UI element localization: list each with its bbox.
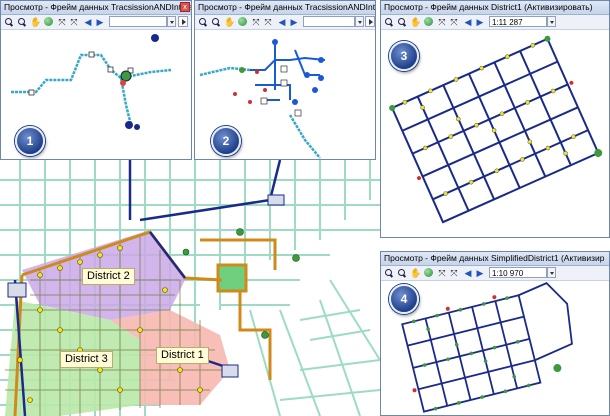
view-window-3[interactable]: Просмотр - Фрейм данных District1 (Актив… [380,0,610,238]
globe-icon[interactable] [424,268,433,277]
window-1-badge: 1 [15,126,45,156]
fixed-zoom-icon[interactable]: ⤧ [263,17,273,27]
window-title[interactable]: Просмотр - Фрейм данных SimplifiedDistri… [381,252,609,266]
nav-forward-button[interactable] [365,16,375,27]
toolbar: ✋ ⤧ ⤧ ◀ ▶ 1:11 287 [381,15,609,30]
view-window-4[interactable]: Просмотр - Фрейм данных SimplifiedDistri… [380,251,610,416]
forward-arrow-icon[interactable]: ▶ [289,17,299,27]
toolbar: ✋ ⤧ ⤧ ◀ ▶ 1:10 970 [381,266,609,281]
close-icon[interactable]: x [180,2,190,12]
scale-field[interactable]: 1:11 287 [489,16,547,27]
full-extent-icon[interactable]: ⤧ [251,17,261,27]
window-title-text: Просмотр - Фрейм данных District1 (Актив… [384,2,593,12]
window-3-badge: 3 [389,41,419,71]
globe-icon[interactable] [424,17,433,26]
scale-field[interactable] [109,16,167,27]
window-title-text: Просмотр - Фрейм данных TracsissionANDIn… [4,2,191,12]
zoom-in-icon[interactable] [4,17,14,27]
window-title[interactable]: Просмотр - Фрейм данных TracsissionANDIn… [195,1,375,15]
fixed-zoom-icon[interactable]: ⤧ [69,17,79,27]
view-window-1[interactable]: Просмотр - Фрейм данных TracsissionANDIn… [0,0,192,160]
full-extent-icon[interactable]: ⤧ [437,17,447,27]
zoom-out-icon[interactable] [211,17,221,27]
scale-dropdown-icon[interactable] [355,16,364,27]
back-arrow-icon[interactable]: ◀ [463,268,473,278]
window-title[interactable]: Просмотр - Фрейм данных District1 (Актив… [381,1,609,15]
window-title-text: Просмотр - Фрейм данных SimplifiedDistri… [384,253,605,263]
full-extent-icon[interactable]: ⤧ [57,17,67,27]
fixed-zoom-icon[interactable]: ⤧ [449,268,459,278]
nav-forward-button[interactable] [178,16,188,27]
scale-dropdown-icon[interactable] [547,16,556,27]
window-4-badge: 4 [389,284,419,314]
zoom-in-icon[interactable] [384,17,394,27]
pan-icon[interactable]: ✋ [410,17,421,27]
scale-dropdown-icon[interactable] [167,16,176,27]
forward-arrow-icon[interactable]: ▶ [475,17,485,27]
view-window-2[interactable]: Просмотр - Фрейм данных TracsissionANDIn… [194,0,376,160]
toolbar: ✋ ⤧ ⤧ ◀ ▶ [195,15,375,30]
scale-field[interactable]: 1:10 970 [489,267,547,278]
scale-dropdown-icon[interactable] [547,267,556,278]
district-1-label: District 1 [156,347,209,364]
globe-icon[interactable] [238,17,247,26]
pan-icon[interactable]: ✋ [30,17,41,27]
full-extent-icon[interactable]: ⤧ [437,268,447,278]
district-3-label: District 3 [60,351,113,368]
zoom-in-icon[interactable] [384,268,394,278]
pan-icon[interactable]: ✋ [410,268,421,278]
zoom-out-icon[interactable] [397,268,407,278]
forward-arrow-icon[interactable]: ▶ [475,268,485,278]
scale-field[interactable] [303,16,355,27]
zoom-in-icon[interactable] [198,17,208,27]
toolbar: ✋ ⤧ ⤧ ◀ ▶ [1,15,191,30]
window-title-text: Просмотр - Фрейм данных TracsissionANDIn… [198,2,375,12]
back-arrow-icon[interactable]: ◀ [463,17,473,27]
zoom-out-icon[interactable] [397,17,407,27]
globe-icon[interactable] [44,17,53,26]
window-title[interactable]: Просмотр - Фрейм данных TracsissionANDIn… [1,1,191,15]
window-2-badge: 2 [211,126,241,156]
fixed-zoom-icon[interactable]: ⤧ [449,17,459,27]
zoom-out-icon[interactable] [17,17,27,27]
back-arrow-icon[interactable]: ◀ [277,17,287,27]
main-map[interactable] [0,160,380,416]
back-arrow-icon[interactable]: ◀ [83,17,93,27]
forward-arrow-icon[interactable]: ▶ [95,17,105,27]
pan-icon[interactable]: ✋ [224,17,235,27]
district-2-label: District 2 [82,268,135,285]
